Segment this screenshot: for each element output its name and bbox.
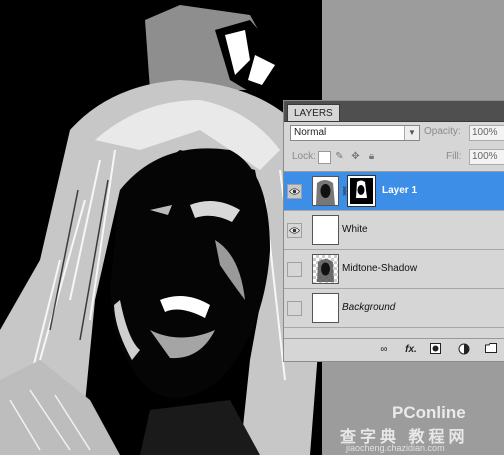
chevron-down-icon: ▼: [404, 126, 419, 140]
mask-link-icon[interactable]: ⛓: [341, 186, 352, 197]
layer-row-white[interactable]: White: [284, 211, 504, 250]
blend-mode-value: Normal: [294, 127, 327, 138]
layer-name[interactable]: Midtone-Shadow: [342, 263, 417, 274]
layer-thumbnail[interactable]: [312, 254, 339, 284]
fill-label: Fill:: [446, 151, 462, 162]
visibility-toggle[interactable]: [287, 301, 302, 316]
visibility-toggle[interactable]: [287, 223, 302, 238]
visibility-toggle[interactable]: [287, 262, 302, 277]
layer-row-background[interactable]: Background: [284, 289, 504, 328]
watermark: PConline 查字典 教程网 jiaocheng.chazidian.com: [340, 403, 504, 455]
lock-row: Lock: ✎ ✥ 🔒︎ Fill: 100%: [288, 149, 504, 165]
watermark-url: jiaocheng.chazidian.com: [346, 443, 445, 453]
visibility-toggle[interactable]: [287, 184, 302, 199]
layer-row-layer-1[interactable]: ⛓ Layer 1: [284, 172, 504, 211]
lock-move-icon[interactable]: ✥: [350, 151, 361, 162]
new-group-icon[interactable]: [484, 343, 498, 356]
link-layers-icon[interactable]: ∞: [376, 343, 392, 356]
layer-list: ⛓ Layer 1 White Midtone-Shadow Backgroun…: [284, 171, 504, 332]
layer-thumbnail[interactable]: [312, 176, 339, 206]
layers-panel-footer: ∞ fx.: [284, 338, 504, 361]
eye-icon: [289, 227, 300, 234]
eye-icon: [289, 188, 300, 195]
add-mask-icon[interactable]: [429, 343, 442, 356]
layer-name[interactable]: Background: [342, 302, 395, 313]
panel-tab-bar: LAYERS: [284, 101, 504, 122]
adjustment-layer-icon[interactable]: [457, 343, 470, 356]
blend-row: Normal ▼ Opacity: 100%: [288, 125, 504, 143]
layers-panel: LAYERS Normal ▼ Opacity: 100% Lock: ✎ ✥ …: [283, 100, 504, 362]
lock-all-icon[interactable]: 🔒︎: [366, 151, 377, 162]
layer-thumbnail[interactable]: [312, 215, 339, 245]
opacity-field[interactable]: 100%: [469, 125, 504, 141]
layer-thumbnail[interactable]: [312, 293, 339, 323]
lock-brush-icon[interactable]: ✎: [334, 151, 345, 162]
fx-icon[interactable]: fx.: [403, 343, 419, 356]
fill-field[interactable]: 100%: [469, 149, 504, 165]
watermark-brand: PConline: [392, 403, 466, 422]
layer-mask-thumbnail[interactable]: [347, 175, 376, 207]
tab-layers[interactable]: LAYERS: [287, 104, 340, 121]
opacity-label: Opacity:: [424, 126, 461, 137]
lock-label: Lock:: [292, 151, 316, 162]
blend-mode-select[interactable]: Normal ▼: [290, 125, 420, 141]
layer-row-midtone-shadow[interactable]: Midtone-Shadow: [284, 250, 504, 289]
lock-transparent-icon[interactable]: [318, 151, 331, 164]
layer-name[interactable]: White: [342, 224, 368, 235]
layer-name[interactable]: Layer 1: [382, 185, 417, 196]
